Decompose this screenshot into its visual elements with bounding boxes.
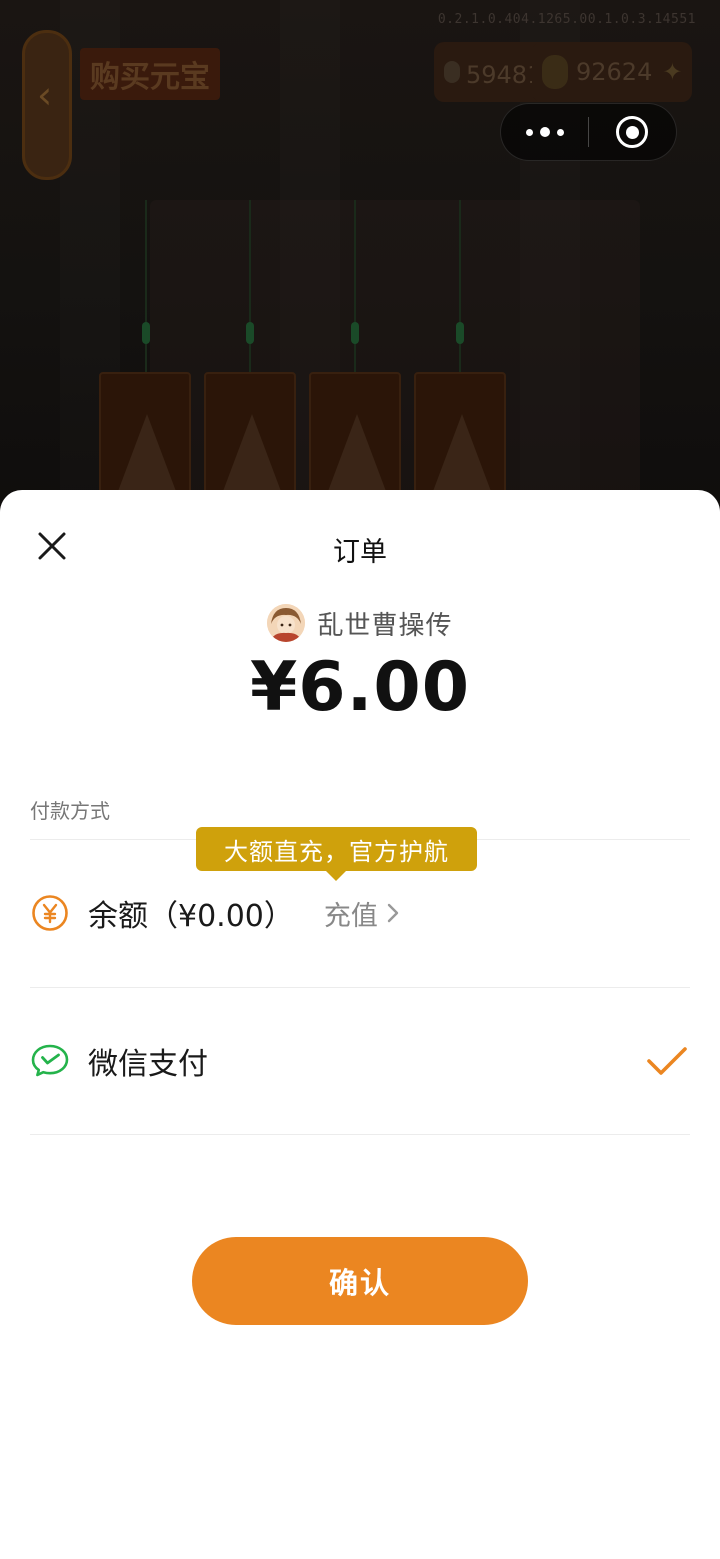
ingot-icon xyxy=(542,55,568,89)
game-title: 购买元宝 xyxy=(80,48,220,100)
sheet-title: 订单 xyxy=(333,537,387,568)
chevron-right-icon xyxy=(387,903,399,923)
close-target-icon xyxy=(616,116,649,148)
payment-method-label: 付款方式 xyxy=(30,799,110,823)
game-back-icon xyxy=(22,30,72,180)
sheet-header: 订单 xyxy=(0,490,720,606)
more-button[interactable] xyxy=(501,103,588,161)
game-background: 购买元宝 59481万 92624 ✦ 0.2.1.0.404.1265.00.… xyxy=(0,0,720,520)
recharge-link[interactable]: 充值 xyxy=(324,894,400,933)
confirm-button[interactable]: 确认 xyxy=(192,1237,528,1325)
merchant-info: 乱世曹操传 xyxy=(0,604,720,642)
wechat-pay-icon xyxy=(30,1041,70,1081)
merchant-avatar xyxy=(267,604,306,642)
payment-amount: ¥6.00 xyxy=(249,648,471,727)
order-sheet: 订单 乱世曹操传 ¥6.00 付款方式 余额（¥0.00） 充值 微信支付 大额… xyxy=(0,490,720,1559)
version-label: 0.2.1.0.404.1265.00.1.0.3.14551 xyxy=(437,12,696,27)
checkmark-icon xyxy=(647,1047,687,1075)
yuan-coin-icon xyxy=(30,893,70,933)
wechat-pay-label: 微信支付 xyxy=(88,1047,208,1082)
exit-miniprogram-button[interactable] xyxy=(589,103,676,161)
divider xyxy=(30,1134,690,1135)
wechat-payment-option[interactable]: 微信支付 xyxy=(30,988,690,1134)
ingot-resource: 92624 ✦ xyxy=(532,42,693,102)
silver-coin-icon xyxy=(444,61,460,83)
merchant-name: 乱世曹操传 xyxy=(317,610,453,641)
add-icon: ✦ xyxy=(662,58,683,86)
promo-tooltip: 大额直充，官方护航 xyxy=(196,827,477,881)
balance-label: 余额（¥0.00） xyxy=(88,899,294,934)
miniprogram-capsule xyxy=(500,103,677,161)
